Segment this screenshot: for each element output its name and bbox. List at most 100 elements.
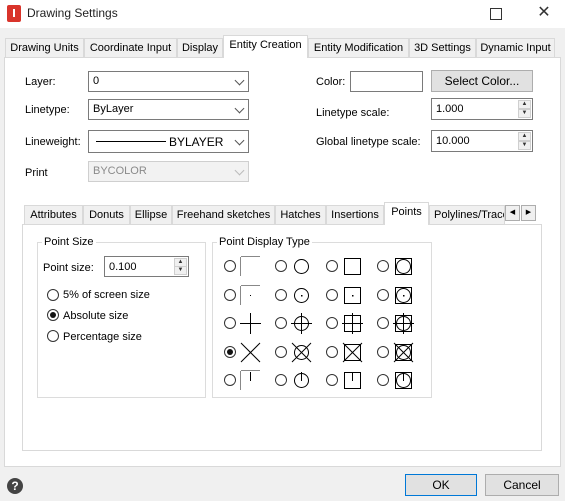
- ok-button[interactable]: OK: [405, 474, 477, 496]
- linetype-scale-stepper[interactable]: 1.000 ▲ ▼: [431, 98, 533, 120]
- layer-label: Layer:: [25, 76, 56, 88]
- spin-down-icon[interactable]: ▼: [174, 266, 187, 275]
- radio-percentage-size-label: Percentage size: [63, 331, 142, 343]
- point-type-radio[interactable]: [377, 317, 389, 329]
- window-title: Drawing Settings: [27, 6, 118, 20]
- point-type-radio[interactable]: [326, 289, 338, 301]
- cancel-button[interactable]: Cancel: [485, 474, 559, 496]
- point-square-x-icon[interactable]: [342, 342, 363, 363]
- point-type-radio[interactable]: [377, 289, 389, 301]
- lineweight-value: BYLAYER: [169, 135, 224, 149]
- linetype-value: ByLayer: [93, 103, 134, 115]
- tab-3d-settings[interactable]: 3D Settings: [409, 38, 476, 57]
- subtab-ellipse[interactable]: Ellipse: [130, 205, 172, 224]
- close-icon[interactable]: ✕: [528, 0, 560, 28]
- radio-5pct-screen-label: 5% of screen size: [63, 289, 150, 301]
- point-type-radio[interactable]: [275, 317, 287, 329]
- subtab-hatches[interactable]: Hatches: [275, 205, 326, 224]
- spin-down-icon[interactable]: ▼: [518, 109, 531, 118]
- app-icon: [7, 5, 21, 22]
- subtab-donuts[interactable]: Donuts: [83, 205, 130, 224]
- lineweight-dropdown[interactable]: BYLAYER: [88, 130, 249, 153]
- subtab-polylines-trace[interactable]: Polylines/Trace: [429, 205, 505, 224]
- maximize-icon[interactable]: [481, 0, 509, 28]
- point-size-group-title: Point Size: [42, 236, 96, 248]
- spin-down-icon[interactable]: ▼: [518, 141, 531, 150]
- color-swatch[interactable]: [350, 71, 423, 92]
- layer-value: 0: [93, 75, 100, 87]
- radio-absolute-size[interactable]: [47, 309, 59, 321]
- subtab-attributes[interactable]: Attributes: [24, 205, 83, 224]
- tab-display[interactable]: Display: [177, 38, 223, 57]
- point-type-radio[interactable]: [224, 374, 236, 386]
- tab-dynamic-input[interactable]: Dynamic Input: [476, 38, 555, 57]
- point-circle-dot-icon[interactable]: [291, 285, 312, 306]
- tab-scroll-left-icon[interactable]: ◀: [505, 205, 520, 221]
- point-square-circle-dot-icon[interactable]: [393, 285, 414, 306]
- point-square-plus-icon[interactable]: [342, 313, 363, 334]
- linetype-scale-value: 1.000: [436, 103, 464, 115]
- print-label: Print: [25, 167, 48, 179]
- point-circle-tick-icon[interactable]: [291, 370, 312, 391]
- point-type-radio[interactable]: [275, 346, 287, 358]
- spin-up-icon[interactable]: ▲: [518, 100, 531, 109]
- subtab-points[interactable]: Points: [384, 202, 429, 225]
- help-icon[interactable]: ?: [7, 478, 23, 494]
- global-linetype-scale-value: 10.000: [436, 135, 470, 147]
- point-display-type-group-title: Point Display Type: [217, 236, 312, 248]
- point-type-radio[interactable]: [326, 374, 338, 386]
- point-type-radio[interactable]: [275, 289, 287, 301]
- point-circle-plus-icon[interactable]: [291, 313, 312, 334]
- global-linetype-scale-label: Global linetype scale:: [316, 136, 421, 148]
- point-type-radio[interactable]: [326, 317, 338, 329]
- print-value: BYCOLOR: [93, 165, 147, 177]
- point-size-value: 0.100: [109, 261, 137, 273]
- radio-absolute-size-label: Absolute size: [63, 310, 129, 322]
- point-type-radio[interactable]: [326, 346, 338, 358]
- tab-drawing-units[interactable]: Drawing Units: [5, 38, 84, 57]
- chevron-down-icon: [234, 165, 245, 176]
- linetype-label: Linetype:: [25, 104, 70, 116]
- point-square-tick-icon[interactable]: [342, 370, 363, 391]
- point-type-radio[interactable]: [377, 346, 389, 358]
- point-type-radio[interactable]: [326, 260, 338, 272]
- point-dot-corner-icon[interactable]: [240, 256, 261, 277]
- subtab-freehand-sketches[interactable]: Freehand sketches: [172, 205, 275, 224]
- point-plus-icon[interactable]: [240, 313, 261, 334]
- global-linetype-scale-stepper[interactable]: 10.000 ▲ ▼: [431, 130, 533, 152]
- point-type-radio[interactable]: [275, 260, 287, 272]
- point-square-circle-x-icon[interactable]: [393, 342, 414, 363]
- point-type-radio[interactable]: [377, 374, 389, 386]
- point-circle-icon[interactable]: [291, 256, 312, 277]
- tab-coordinate-input[interactable]: Coordinate Input: [84, 38, 177, 57]
- point-type-radio[interactable]: [224, 289, 236, 301]
- point-type-radio[interactable]: [224, 317, 236, 329]
- tab-scroll-right-icon[interactable]: ▶: [521, 205, 536, 221]
- point-size-stepper[interactable]: 0.100 ▲ ▼: [104, 256, 189, 277]
- spin-up-icon[interactable]: ▲: [518, 132, 531, 141]
- chevron-down-icon: [234, 135, 245, 146]
- radio-percentage-size[interactable]: [47, 330, 59, 342]
- point-square-circle-icon[interactable]: [393, 256, 414, 277]
- select-color-button[interactable]: Select Color...: [431, 70, 533, 92]
- point-type-radio[interactable]: [377, 260, 389, 272]
- point-circle-x-icon[interactable]: [291, 342, 312, 363]
- point-type-radio[interactable]: [275, 374, 287, 386]
- point-dot-icon[interactable]: [240, 285, 261, 306]
- linetype-dropdown[interactable]: ByLayer: [88, 99, 249, 120]
- point-square-icon[interactable]: [342, 256, 363, 277]
- point-x-icon[interactable]: [240, 342, 261, 363]
- point-square-circle-plus-icon[interactable]: [393, 313, 414, 334]
- tab-entity-modification[interactable]: Entity Modification: [308, 38, 409, 57]
- linetype-scale-label: Linetype scale:: [316, 107, 390, 119]
- tab-entity-creation[interactable]: Entity Creation: [223, 35, 308, 58]
- radio-5pct-screen[interactable]: [47, 289, 59, 301]
- point-square-dot-icon[interactable]: [342, 285, 363, 306]
- chevron-down-icon: [234, 75, 245, 86]
- point-type-radio[interactable]: [224, 346, 236, 358]
- point-type-radio[interactable]: [224, 260, 236, 272]
- layer-dropdown[interactable]: 0: [88, 71, 249, 92]
- point-tick-icon[interactable]: [240, 370, 261, 391]
- subtab-insertions[interactable]: Insertions: [326, 205, 384, 224]
- point-square-circle-tick-icon[interactable]: [393, 370, 414, 391]
